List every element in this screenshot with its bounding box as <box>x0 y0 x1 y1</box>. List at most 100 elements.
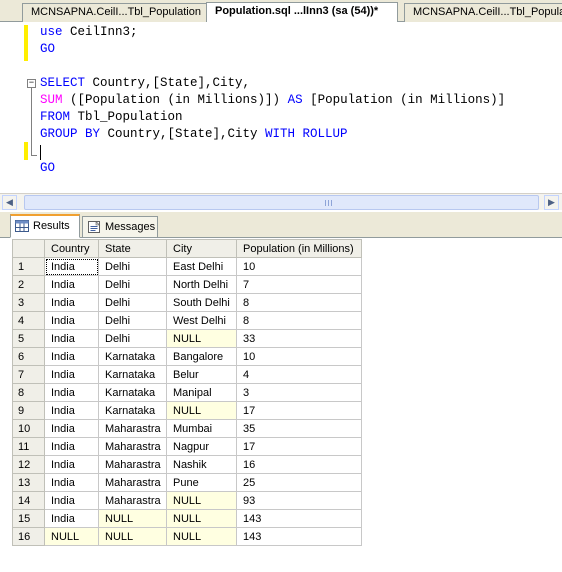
row-number[interactable]: 5 <box>12 329 45 348</box>
cell-city[interactable]: North Delhi <box>166 275 237 294</box>
cell-state[interactable]: Karnataka <box>98 365 167 384</box>
cell-city[interactable]: Manipal <box>166 383 237 402</box>
cell-country[interactable]: India <box>44 365 99 384</box>
tab-table-population-2[interactable]: MCNSAPNA.CeilI...Tbl_Population <box>404 3 562 22</box>
cell-city[interactable]: Pune <box>166 473 237 492</box>
cell-state[interactable]: Karnataka <box>98 401 167 420</box>
row-number[interactable]: 3 <box>12 293 45 312</box>
table-row[interactable]: 13 India Maharastra Pune 25 <box>12 473 362 492</box>
cell-population[interactable]: 16 <box>236 455 362 474</box>
cell-population[interactable]: 10 <box>236 347 362 366</box>
cell-country[interactable]: India <box>44 275 99 294</box>
cell-country[interactable]: India <box>44 437 99 456</box>
table-row[interactable]: 14 India Maharastra NULL 93 <box>12 491 362 510</box>
column-header-population[interactable]: Population (in Millions) <box>236 239 362 258</box>
cell-city[interactable]: Belur <box>166 365 237 384</box>
arrow-left-icon[interactable]: ◀ <box>2 195 17 210</box>
cell-city[interactable]: Nashik <box>166 455 237 474</box>
cell-state[interactable]: Maharastra <box>98 419 167 438</box>
scrollbar-thumb[interactable] <box>24 195 539 210</box>
column-header-country[interactable]: Country <box>44 239 99 258</box>
cell-city[interactable]: Bangalore <box>166 347 237 366</box>
cell-city[interactable]: South Delhi <box>166 293 237 312</box>
cell-country[interactable]: India <box>44 347 99 366</box>
cell-population[interactable]: 25 <box>236 473 362 492</box>
cell-city[interactable]: East Delhi <box>166 257 237 276</box>
cell-state[interactable]: Maharastra <box>98 491 167 510</box>
cell-country[interactable]: India <box>44 401 99 420</box>
arrow-right-icon[interactable]: ▶ <box>544 195 559 210</box>
table-row[interactable]: 4 India Delhi West Delhi 8 <box>12 311 362 330</box>
row-number[interactable]: 14 <box>12 491 45 510</box>
tab-results[interactable]: Results <box>10 214 80 238</box>
row-number[interactable]: 7 <box>12 365 45 384</box>
cell-city[interactable]: Mumbai <box>166 419 237 438</box>
cell-state[interactable]: Maharastra <box>98 455 167 474</box>
cell-population[interactable]: 17 <box>236 401 362 420</box>
row-number[interactable]: 6 <box>12 347 45 366</box>
table-row[interactable]: 2 India Delhi North Delhi 7 <box>12 275 362 294</box>
table-row[interactable]: 3 India Delhi South Delhi 8 <box>12 293 362 312</box>
cell-city[interactable]: NULL <box>166 509 237 528</box>
cell-country[interactable]: NULL <box>44 527 99 546</box>
row-number[interactable]: 8 <box>12 383 45 402</box>
cell-state[interactable]: Karnataka <box>98 383 167 402</box>
cell-population[interactable]: 8 <box>236 293 362 312</box>
column-header-rownum[interactable] <box>12 239 45 258</box>
row-number[interactable]: 4 <box>12 311 45 330</box>
cell-population[interactable]: 4 <box>236 365 362 384</box>
cell-population[interactable]: 143 <box>236 509 362 528</box>
table-row[interactable]: 1 India Delhi East Delhi 10 <box>12 257 362 276</box>
cell-state[interactable]: Delhi <box>98 293 167 312</box>
table-row[interactable]: 5 India Delhi NULL 33 <box>12 329 362 348</box>
cell-city[interactable]: Nagpur <box>166 437 237 456</box>
table-row[interactable]: 6 India Karnataka Bangalore 10 <box>12 347 362 366</box>
cell-population[interactable]: 10 <box>236 257 362 276</box>
table-row[interactable]: 15 India NULL NULL 143 <box>12 509 362 528</box>
row-number[interactable]: 16 <box>12 527 45 546</box>
cell-city[interactable]: NULL <box>166 329 237 348</box>
cell-country[interactable]: India <box>44 491 99 510</box>
column-header-state[interactable]: State <box>98 239 167 258</box>
table-row[interactable]: 7 India Karnataka Belur 4 <box>12 365 362 384</box>
cell-city[interactable]: West Delhi <box>166 311 237 330</box>
cell-city[interactable]: NULL <box>166 401 237 420</box>
cell-country[interactable]: India <box>44 293 99 312</box>
row-number[interactable]: 1 <box>12 257 45 276</box>
cell-state[interactable]: NULL <box>98 509 167 528</box>
cell-country[interactable]: India <box>44 473 99 492</box>
table-row[interactable]: 10 India Maharastra Mumbai 35 <box>12 419 362 438</box>
cell-state[interactable]: Delhi <box>98 329 167 348</box>
cell-state[interactable]: Delhi <box>98 311 167 330</box>
row-number[interactable]: 10 <box>12 419 45 438</box>
editor-horizontal-scrollbar[interactable]: ◀ ▶ <box>0 193 562 210</box>
cell-population[interactable]: 35 <box>236 419 362 438</box>
column-header-city[interactable]: City <box>166 239 237 258</box>
cell-city[interactable]: NULL <box>166 527 237 546</box>
table-row[interactable]: 11 India Maharastra Nagpur 17 <box>12 437 362 456</box>
row-number[interactable]: 12 <box>12 455 45 474</box>
cell-state[interactable]: Delhi <box>98 275 167 294</box>
collapse-toggle[interactable]: − <box>27 79 36 88</box>
cell-country[interactable]: India <box>44 329 99 348</box>
table-row[interactable]: 16 NULL NULL NULL 143 <box>12 527 362 546</box>
cell-country[interactable]: India <box>44 455 99 474</box>
cell-country[interactable]: India <box>44 509 99 528</box>
cell-state[interactable]: NULL <box>98 527 167 546</box>
cell-state[interactable]: Maharastra <box>98 437 167 456</box>
cell-city[interactable]: NULL <box>166 491 237 510</box>
tab-table-population-1[interactable]: MCNSAPNA.CeilI...Tbl_Population <box>22 3 208 22</box>
row-number[interactable]: 9 <box>12 401 45 420</box>
cell-population[interactable]: 8 <box>236 311 362 330</box>
cell-state[interactable]: Maharastra <box>98 473 167 492</box>
cell-population[interactable]: 7 <box>236 275 362 294</box>
cell-country[interactable]: India <box>44 311 99 330</box>
cell-state[interactable]: Karnataka <box>98 347 167 366</box>
cell-country[interactable]: India <box>44 383 99 402</box>
cell-population[interactable]: 143 <box>236 527 362 546</box>
table-row[interactable]: 8 India Karnataka Manipal 3 <box>12 383 362 402</box>
row-number[interactable]: 11 <box>12 437 45 456</box>
table-row[interactable]: 12 India Maharastra Nashik 16 <box>12 455 362 474</box>
cell-country[interactable]: India <box>44 257 99 276</box>
cell-population[interactable]: 93 <box>236 491 362 510</box>
